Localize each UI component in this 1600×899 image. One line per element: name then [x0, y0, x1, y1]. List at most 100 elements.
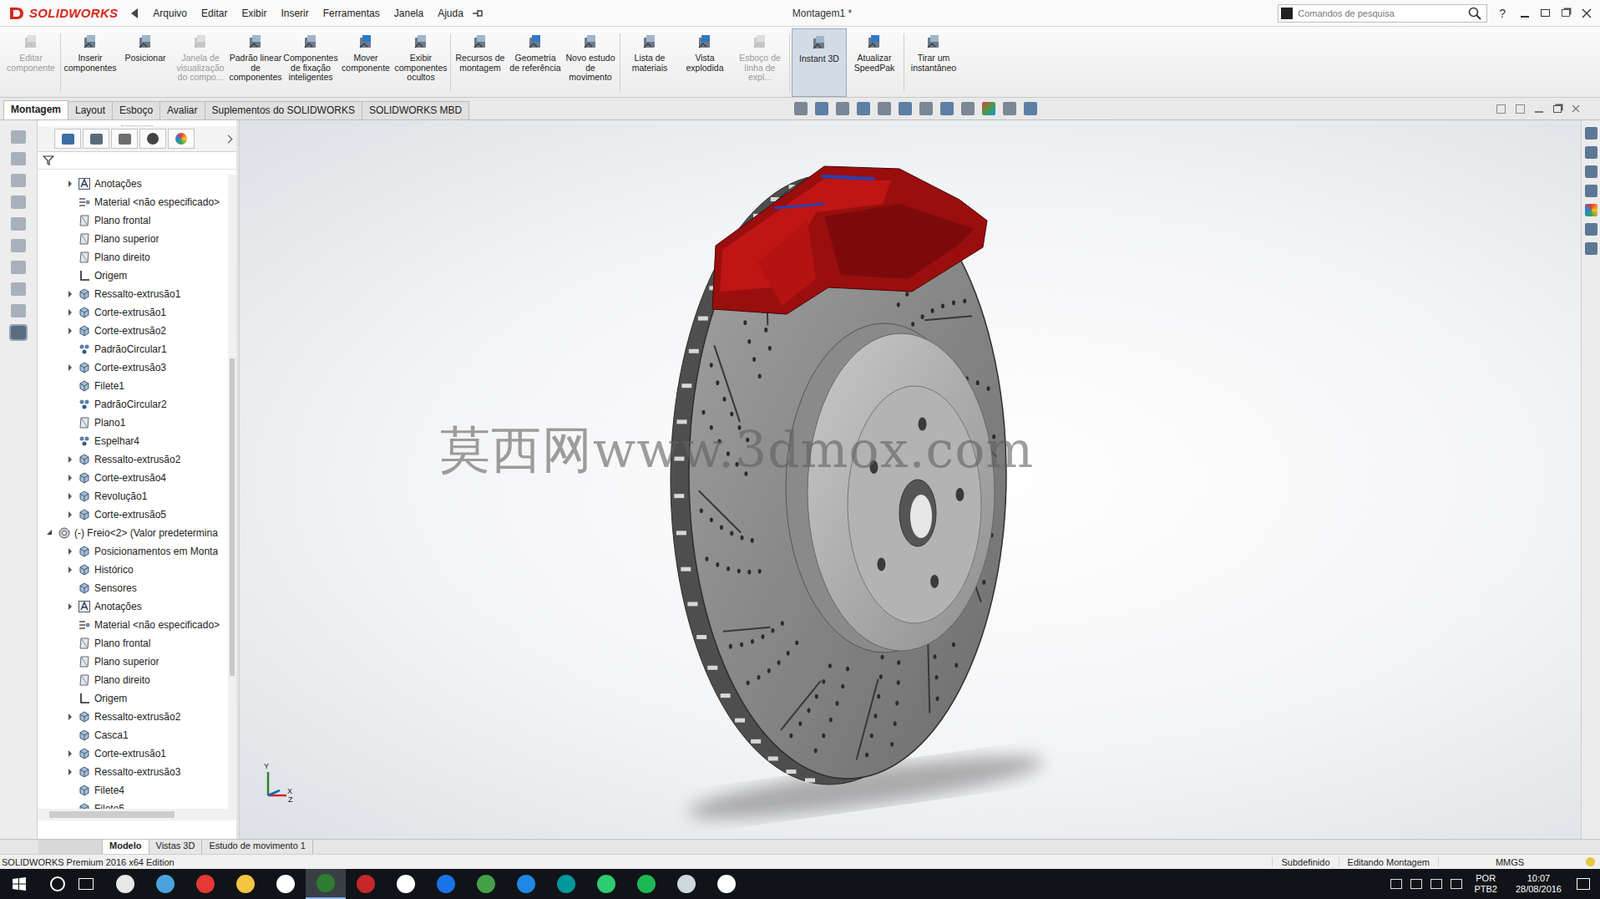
expander-icon[interactable] [65, 179, 75, 188]
ribbon-button[interactable]: Geometria de referência [507, 28, 563, 97]
expander-icon[interactable] [65, 675, 75, 684]
close-icon[interactable] [1571, 104, 1580, 113]
expander-icon[interactable] [65, 363, 75, 372]
taskbar-app-icon[interactable] [305, 868, 346, 899]
notifications-icon[interactable] [1576, 877, 1590, 890]
tree-node[interactable]: Casca1 [37, 725, 228, 745]
task-pane-icon[interactable] [1584, 126, 1598, 140]
ribbon-button[interactable]: Recursos de montagem [452, 28, 508, 97]
taskbar-app-icon[interactable] [225, 868, 266, 899]
command-tab[interactable]: Avaliar [159, 101, 205, 120]
view-tool-icon[interactable] [940, 101, 954, 116]
tool-icon[interactable] [10, 195, 26, 209]
expander-icon[interactable] [65, 491, 75, 501]
ribbon-button[interactable]: Posicionar [117, 28, 173, 97]
tree-node[interactable]: Plano superior [37, 652, 228, 671]
ribbon-button[interactable]: Editar componente [3, 28, 59, 97]
graphics-area[interactable]: 莫西网www.3dmox.com Y X Z [239, 120, 1581, 839]
tree-node[interactable]: Plano direito [37, 670, 228, 689]
restore-icon[interactable] [1561, 9, 1570, 17]
task-view-icon[interactable] [78, 877, 94, 890]
feature-tree-icon[interactable] [54, 128, 82, 149]
menu-item[interactable]: Exibir [241, 5, 267, 21]
view-tool-icon[interactable] [856, 101, 871, 116]
tray-icon[interactable] [1410, 878, 1423, 889]
ribbon-button[interactable]: Padrão linear de componentes [227, 28, 284, 97]
tray-icon[interactable] [1390, 878, 1403, 889]
task-pane-icon[interactable] [1584, 222, 1598, 236]
model-tab[interactable]: Vistas 3D [149, 839, 203, 854]
expander-icon[interactable] [65, 326, 75, 335]
view-tool-icon[interactable] [1023, 101, 1038, 116]
tree-node[interactable]: Anotações [37, 597, 228, 616]
view-tool-icon[interactable] [794, 101, 808, 116]
tree-node[interactable]: Filete1 [37, 376, 228, 395]
ribbon-button[interactable]: Lista de materiais [622, 28, 678, 97]
expander-icon[interactable] [65, 583, 75, 593]
command-tab[interactable]: Suplementos do SOLIDWORKS [204, 101, 363, 120]
tool-icon[interactable] [10, 130, 26, 144]
expander-icon[interactable] [65, 657, 75, 666]
task-pane-icon[interactable] [1584, 242, 1598, 255]
ribbon-button[interactable]: Vista explodida [677, 28, 733, 97]
tree-node[interactable]: Plano1 [37, 413, 228, 432]
expander-icon[interactable] [65, 785, 75, 795]
minimize-icon[interactable] [1534, 111, 1544, 113]
tree-node[interactable]: Espelhar4 [37, 431, 228, 451]
ribbon-button[interactable]: Componentes de fixação inteligentes [283, 28, 339, 97]
command-tab[interactable]: Montagem [3, 100, 69, 120]
tree-node[interactable]: Material <não especificado> [37, 192, 228, 212]
tree-node[interactable]: Origem [37, 688, 228, 708]
tool-icon[interactable] [10, 282, 26, 296]
tree-node[interactable]: Origem [37, 266, 228, 285]
pin-icon[interactable] [471, 8, 484, 19]
expander-icon[interactable] [65, 510, 75, 519]
search-type-icon[interactable] [1281, 7, 1293, 20]
split-view-icon[interactable] [1515, 104, 1525, 114]
ribbon-button[interactable]: Esboço de linha de expl... [732, 28, 788, 97]
search-box[interactable]: Comandos de pesquisa [1277, 4, 1488, 23]
expander-icon[interactable] [65, 344, 75, 354]
task-pane-icon[interactable] [1584, 165, 1598, 178]
tool-icon[interactable] [10, 173, 26, 188]
tree-node[interactable]: Anotações [37, 174, 228, 193]
menu-item[interactable]: Janela [394, 5, 424, 21]
ribbon-button[interactable]: Exibir componentes ocultos [393, 28, 449, 97]
expander-icon[interactable] [65, 308, 75, 317]
ribbon-button[interactable]: Atualizar SpeedPak [846, 28, 902, 97]
property-icon[interactable] [82, 128, 110, 149]
expander-icon[interactable] [65, 767, 75, 776]
clock[interactable]: 10:0728/08/2016 [1515, 872, 1562, 895]
windows-start-icon[interactable] [11, 875, 27, 892]
menu-item[interactable]: Editar [201, 5, 228, 21]
expander-icon[interactable] [65, 418, 75, 427]
menu-item[interactable]: Ferramentas [323, 5, 380, 21]
menu-item[interactable]: Arquivo [152, 5, 188, 21]
taskbar-app-icon[interactable] [586, 868, 627, 899]
command-tab[interactable]: SOLIDWORKS MBD [361, 101, 470, 120]
input-language[interactable]: PORPTB2 [1473, 872, 1498, 895]
tray-icon[interactable] [1450, 878, 1463, 889]
taskbar-app-icon[interactable] [425, 868, 466, 899]
expander-icon[interactable] [65, 455, 75, 464]
tree-node[interactable]: Filete5 [37, 799, 228, 809]
tree-node[interactable]: Filete4 [37, 780, 228, 800]
expander-icon[interactable] [65, 289, 75, 299]
panel-grip[interactable] [121, 120, 153, 127]
ribbon-button[interactable]: Janela de visualização do compo... [172, 28, 228, 97]
tile-icon[interactable] [1540, 9, 1550, 17]
tree-node[interactable]: PadrãoCircular2 [37, 394, 228, 414]
tool-icon[interactable] [10, 260, 26, 274]
tool-icon[interactable] [10, 325, 26, 340]
view-tool-icon[interactable] [1002, 101, 1017, 116]
tree-node[interactable]: Corte-extrusão1 [37, 744, 228, 763]
tool-icon[interactable] [10, 303, 26, 318]
expander-icon[interactable] [65, 253, 75, 262]
tree-node[interactable]: Ressalto-extrusão3 [37, 762, 228, 781]
expander-icon[interactable] [65, 693, 75, 703]
more-tabs-icon[interactable] [224, 134, 233, 143]
tool-icon[interactable] [10, 217, 26, 231]
expander-icon[interactable] [65, 216, 75, 225]
tree-node[interactable]: Ressalto-extrusão2 [37, 707, 228, 726]
command-tab[interactable]: Esboço [111, 101, 161, 120]
